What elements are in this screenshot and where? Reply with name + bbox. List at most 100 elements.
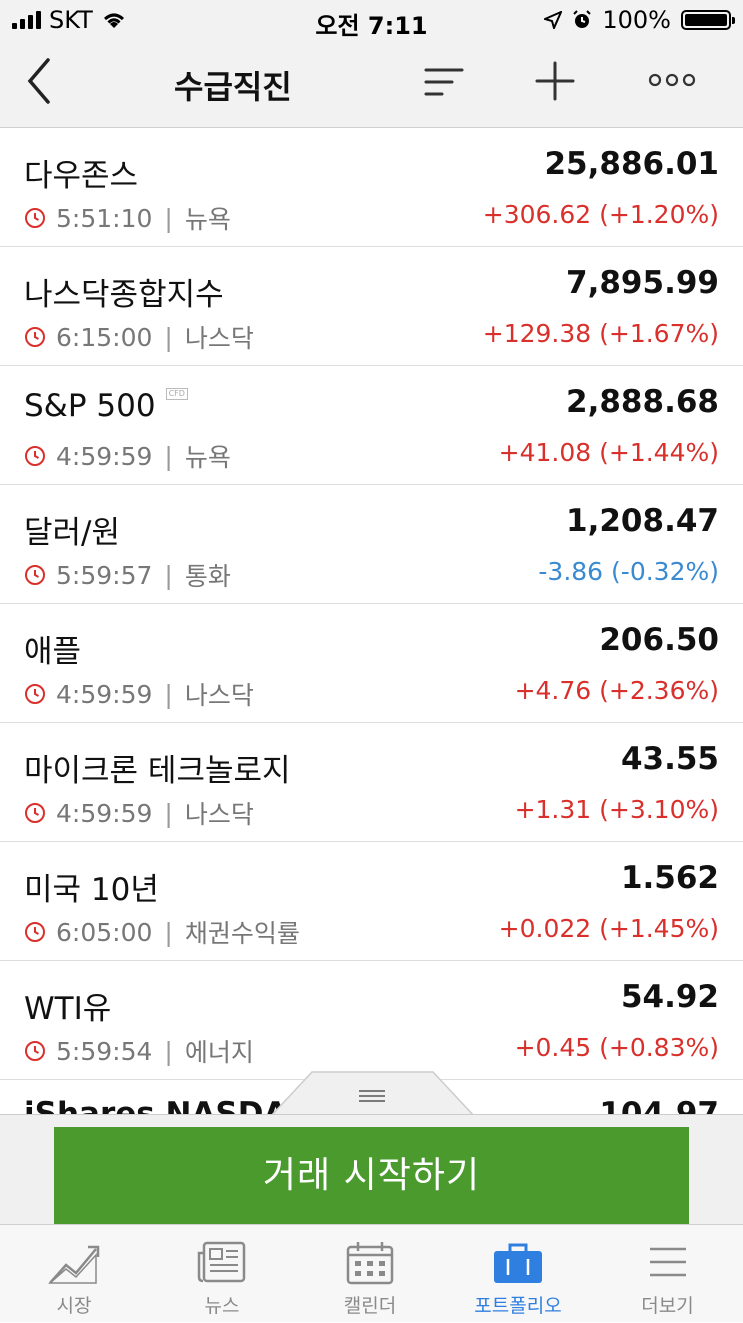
quote-row[interactable]: 애플 206.50 4:59:59 | 나스닥 +4.76 (+2.36%): [0, 604, 743, 723]
quote-time: 5:59:57: [56, 560, 153, 590]
tab-portfolio[interactable]: 포트폴리오: [444, 1225, 592, 1323]
battery-percent: 100%: [602, 6, 671, 34]
quote-category: 뉴욕: [184, 205, 231, 234]
quote-category: 나스닥: [184, 681, 254, 710]
quote-category: 뉴욕: [184, 443, 231, 472]
quote-meta: 5:59:54 | 에너지: [24, 1033, 254, 1069]
quote-price: 43.55: [620, 741, 719, 777]
quote-time: 5:59:54: [56, 1036, 153, 1066]
quote-row[interactable]: 달러/원 1,208.47 5:59:57 | 통화 -3.86 (-0.32%…: [0, 485, 743, 604]
quote-change: +306.62 (+1.20%): [482, 200, 719, 229]
quote-time: 5:51:10: [56, 203, 153, 233]
quote-name-text: 애플: [24, 634, 82, 670]
quote-name: WTI유: [24, 983, 111, 1028]
trade-panel: 거래 시작하기: [0, 1114, 743, 1225]
alarm-icon: [573, 10, 592, 28]
add-icon[interactable]: [534, 60, 576, 102]
quote-name-text: 마이크론 테크놀로지: [24, 753, 291, 789]
quote-price: 1,208.47: [566, 503, 719, 539]
tab-label: 시장: [56, 1295, 92, 1317]
status-right: 100%: [544, 6, 735, 34]
menu-icon: [649, 1247, 686, 1277]
quote-name-text: WTI유: [24, 991, 112, 1027]
quote-name: 미국 10년: [24, 864, 159, 909]
quote-row[interactable]: 마이크론 테크놀로지 43.55 4:59:59 | 나스닥 +1.31 (+3…: [0, 723, 743, 842]
quote-price: 1.562: [620, 860, 719, 896]
quote-change: +0.45 (+0.83%): [514, 1033, 719, 1062]
quote-time: 4:59:59: [56, 798, 153, 828]
quote-category: 나스닥: [184, 800, 254, 829]
quote-row[interactable]: 미국 10년 1.562 6:05:00 | 채권수익률 +0.022 (+1.…: [0, 842, 743, 961]
clock-icon: [25, 1041, 45, 1061]
quote-meta: 4:59:59 | 나스닥: [24, 795, 254, 831]
quote-name-text: 다우존스: [24, 158, 139, 194]
location-arrow-icon: [544, 11, 563, 29]
tab-bar: 시장 뉴스 캘린더 포트폴리오 더보기: [0, 1224, 743, 1322]
quote-row[interactable]: S&P 500 CFD 2,888.68 4:59:59 | 뉴욕 +41.08 …: [0, 366, 743, 485]
quote-change: +0.022 (+1.45%): [498, 914, 719, 943]
newspaper-icon: [197, 1241, 246, 1283]
quote-name: 애플: [24, 626, 81, 671]
quote-category: 나스닥: [184, 324, 254, 353]
tab-label: 캘린더: [343, 1295, 397, 1317]
quote-meta: 4:59:59 | 뉴욕: [24, 438, 231, 474]
start-trading-button[interactable]: 거래 시작하기: [54, 1127, 689, 1225]
quote-row[interactable]: 나스닥종합지수 7,895.99 6:15:00 | 나스닥 +129.38 (…: [0, 247, 743, 366]
tab-more[interactable]: 더보기: [592, 1225, 743, 1323]
more-options-icon[interactable]: [648, 70, 696, 90]
nav-bar: 수급직진: [0, 40, 743, 128]
quote-price: 2,888.68: [566, 384, 719, 420]
calendar-icon: [346, 1242, 394, 1285]
quote-name-text: 나스닥종합지수: [24, 277, 224, 313]
clock-icon: [25, 684, 45, 704]
clock-icon: [25, 565, 45, 585]
briefcase-icon: [494, 1243, 542, 1283]
meta-separator: |: [164, 203, 173, 233]
quote-time: 6:15:00: [56, 322, 153, 352]
tab-market[interactable]: 시장: [0, 1225, 148, 1323]
quote-time: 6:05:00: [56, 917, 153, 947]
tab-label: 뉴스: [204, 1295, 240, 1317]
back-chevron-icon[interactable]: [22, 56, 62, 106]
tab-label: 더보기: [641, 1295, 694, 1317]
quote-change: +1.31 (+3.10%): [514, 795, 719, 824]
quote-category: 통화: [184, 562, 231, 591]
quote-change: +4.76 (+2.36%): [514, 676, 719, 705]
quote-name-text: S&P 500: [24, 388, 156, 424]
clock-icon: [25, 922, 45, 942]
tab-news[interactable]: 뉴스: [148, 1225, 296, 1323]
quote-name: 달러/원: [24, 507, 120, 552]
quote-price: 7,895.99: [566, 265, 719, 301]
quote-name: 다우존스: [24, 150, 138, 195]
sort-icon[interactable]: [424, 64, 464, 100]
quote-row[interactable]: WTI유 54.92 5:59:54 | 에너지 +0.45 (+0.83%): [0, 961, 743, 1080]
status-bar: SKT 오전 7:11 100%: [0, 0, 743, 40]
quote-name: S&P 500 CFD: [24, 388, 188, 424]
meta-separator: |: [164, 1036, 173, 1066]
quote-meta: 6:05:00 | 채권수익률: [24, 914, 300, 950]
quote-meta: 6:15:00 | 나스닥: [24, 319, 254, 355]
quote-name-text: 달러/원: [24, 515, 121, 551]
quote-time: 4:59:59: [56, 679, 153, 709]
panel-drag-handle[interactable]: [270, 1071, 475, 1117]
quote-category: 에너지: [184, 1038, 254, 1067]
clock-icon: [25, 446, 45, 466]
meta-separator: |: [164, 798, 173, 828]
tab-label: 포트폴리오: [474, 1295, 562, 1317]
quote-change: -3.86 (-0.32%): [538, 557, 719, 586]
quote-price: 54.92: [620, 979, 719, 1015]
quote-row[interactable]: 다우존스 25,886.01 5:51:10 | 뉴욕 +306.62 (+1.…: [0, 128, 743, 247]
page-title: 수급직진: [174, 68, 292, 106]
quote-list: 다우존스 25,886.01 5:51:10 | 뉴욕 +306.62 (+1.…: [0, 128, 743, 1080]
quote-category: 채권수익률: [184, 919, 300, 948]
cfd-badge: CFD: [165, 388, 188, 400]
quote-meta: 5:59:57 | 통화: [24, 557, 231, 593]
meta-separator: |: [164, 322, 173, 352]
quote-name: 나스닥종합지수: [24, 269, 224, 314]
tab-calendar[interactable]: 캘린더: [296, 1225, 444, 1323]
clock-icon: [25, 803, 45, 823]
quote-price: 206.50: [599, 622, 719, 658]
quote-meta: 5:51:10 | 뉴욕: [24, 200, 231, 236]
quote-price: 25,886.01: [544, 146, 719, 182]
quote-time: 4:59:59: [56, 441, 153, 471]
